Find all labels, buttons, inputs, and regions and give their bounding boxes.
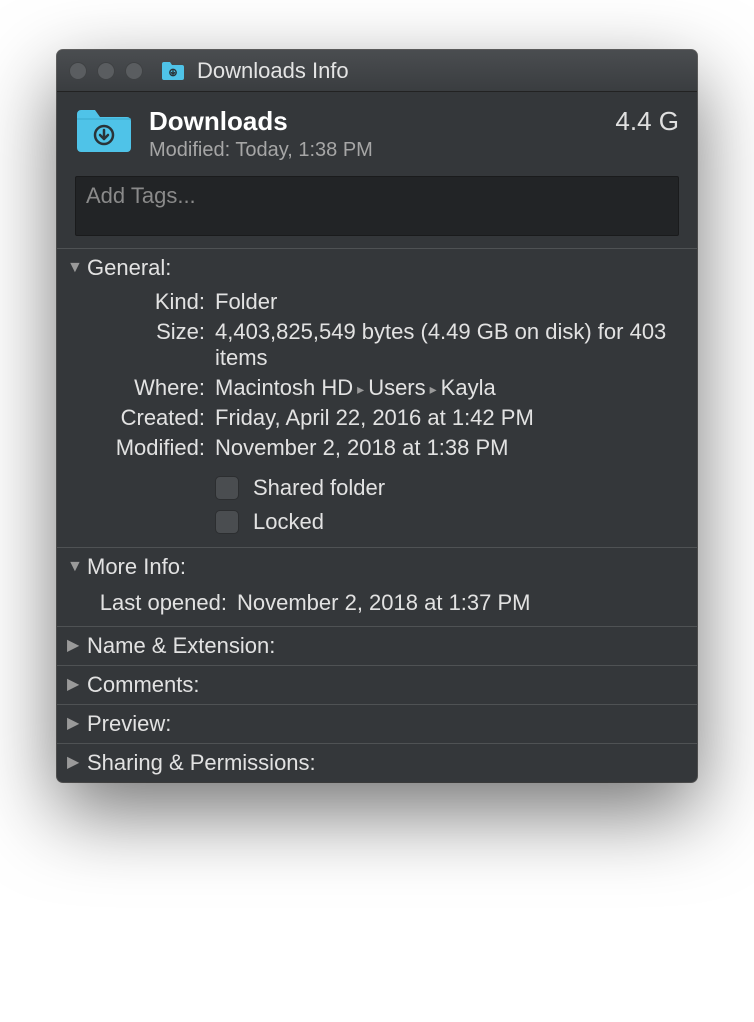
last-opened-value: November 2, 2018 at 1:37 PM: [237, 590, 677, 616]
last-opened-label: Last opened:: [57, 590, 227, 616]
modified-value: November 2, 2018 at 1:38 PM: [215, 435, 677, 461]
titlebar-title: Downloads Info: [197, 58, 349, 84]
item-size: 4.4 G: [615, 106, 679, 137]
modified-label: Modified:: [57, 435, 205, 461]
section-preview-header[interactable]: ▶ Preview:: [57, 705, 697, 743]
kind-value: Folder: [215, 289, 677, 315]
where-part: Users: [368, 375, 425, 400]
size-label: Size:: [57, 319, 205, 371]
disclosure-down-icon: ▼: [67, 559, 81, 575]
item-modified: Modified: Today, 1:38 PM: [149, 139, 599, 162]
path-separator-icon: ▸: [353, 381, 368, 397]
disclosure-down-icon: ▼: [67, 260, 81, 276]
header: Downloads Modified: Today, 1:38 PM 4.4 G: [57, 92, 697, 172]
item-name: Downloads: [149, 106, 599, 137]
disclosure-right-icon: ▶: [67, 755, 81, 771]
minimize-traffic-light[interactable]: [97, 62, 115, 80]
size-value: 4,403,825,549 bytes (4.49 GB on disk) fo…: [215, 319, 677, 371]
disclosure-right-icon: ▶: [67, 638, 81, 654]
modified-value: Today, 1:38 PM: [235, 139, 372, 161]
section-comments-title: Comments:: [87, 672, 199, 698]
where-label: Where:: [57, 375, 205, 401]
where-part: Macintosh HD: [215, 375, 353, 400]
shared-folder-row: Shared folder: [57, 471, 697, 505]
general-size-row: Size: 4,403,825,549 bytes (4.49 GB on di…: [57, 317, 697, 373]
general-kind-row: Kind: Folder: [57, 287, 697, 317]
section-moreinfo-title: More Info:: [87, 554, 186, 580]
titlebar-folder-icon: [161, 61, 185, 81]
info-window: Downloads Info Downloads Modified: Today…: [57, 50, 697, 782]
general-where-row: Where: Macintosh HD▸Users▸Kayla: [57, 373, 697, 403]
locked-row: Locked: [57, 505, 697, 539]
zoom-traffic-light[interactable]: [125, 62, 143, 80]
section-preview-title: Preview:: [87, 711, 171, 737]
section-general-header[interactable]: ▼ General:: [57, 249, 697, 287]
section-sharing-title: Sharing & Permissions:: [87, 750, 316, 776]
general-modified-row: Modified: November 2, 2018 at 1:38 PM: [57, 433, 697, 463]
modified-label: Modified:: [149, 139, 230, 161]
created-value: Friday, April 22, 2016 at 1:42 PM: [215, 405, 677, 431]
folder-icon: [75, 106, 133, 156]
section-nameext-header[interactable]: ▶ Name & Extension:: [57, 627, 697, 665]
last-opened-row: Last opened: November 2, 2018 at 1:37 PM: [57, 586, 697, 626]
locked-checkbox[interactable]: [215, 510, 239, 534]
section-sharing-header[interactable]: ▶ Sharing & Permissions:: [57, 744, 697, 782]
general-created-row: Created: Friday, April 22, 2016 at 1:42 …: [57, 403, 697, 433]
disclosure-right-icon: ▶: [67, 716, 81, 732]
section-nameext-title: Name & Extension:: [87, 633, 275, 659]
titlebar[interactable]: Downloads Info: [57, 50, 697, 92]
where-part: Kayla: [441, 375, 496, 400]
created-label: Created:: [57, 405, 205, 431]
section-moreinfo-header[interactable]: ▼ More Info:: [57, 548, 697, 586]
kind-label: Kind:: [57, 289, 205, 315]
shared-folder-checkbox[interactable]: [215, 476, 239, 500]
close-traffic-light[interactable]: [69, 62, 87, 80]
locked-label: Locked: [253, 509, 677, 535]
disclosure-right-icon: ▶: [67, 677, 81, 693]
where-value: Macintosh HD▸Users▸Kayla: [215, 375, 677, 401]
section-general-title: General:: [87, 255, 171, 281]
shared-folder-label: Shared folder: [253, 475, 677, 501]
section-comments-header[interactable]: ▶ Comments:: [57, 666, 697, 704]
tags-input[interactable]: Add Tags...: [75, 176, 679, 236]
path-separator-icon: ▸: [426, 381, 441, 397]
